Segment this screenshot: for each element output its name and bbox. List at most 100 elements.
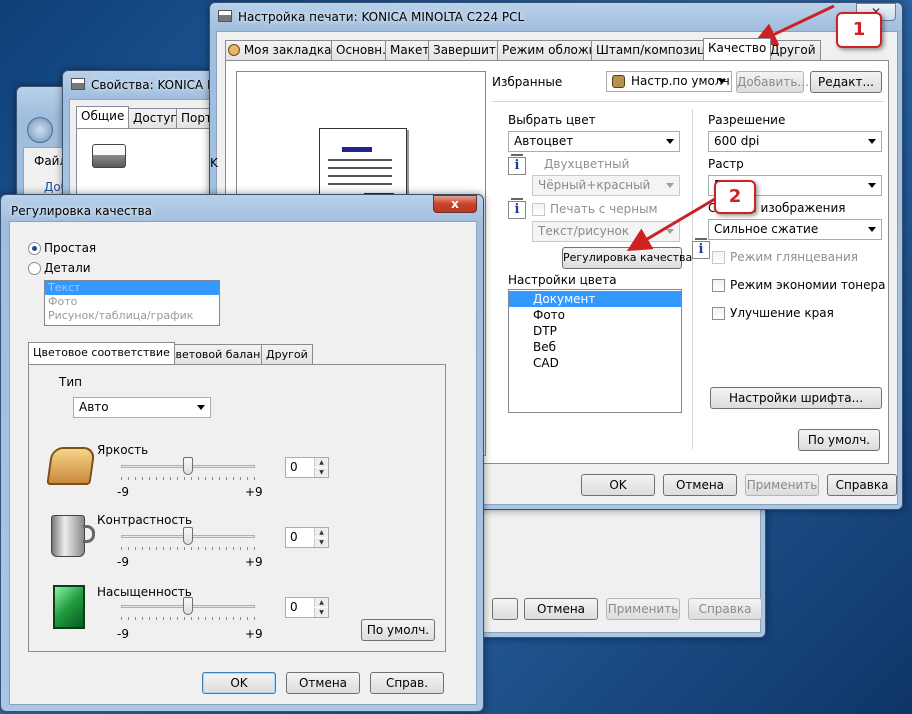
callout-1: 1 (836, 12, 882, 48)
contrast-spinner[interactable]: 0 ▲ ▼ (285, 527, 329, 548)
tab-other[interactable]: Другой (261, 344, 313, 364)
list-item[interactable]: DTP (509, 323, 681, 339)
printer-small-icon (71, 78, 85, 90)
favorites-select[interactable]: Настр.по умолч. (606, 71, 732, 92)
props-tab-access[interactable]: Доступ (128, 108, 184, 128)
contrast-min: -9 (117, 555, 129, 569)
slider-thumb[interactable] (183, 527, 193, 545)
details-label: Детали (44, 261, 91, 275)
list-item[interactable]: Веб (509, 339, 681, 355)
font-settings-button[interactable]: Настройки шрифта... (710, 387, 882, 409)
compression-select[interactable]: Сильное сжатие (708, 219, 882, 240)
raster-label: Растр (708, 157, 744, 171)
cancel-button[interactable]: Отмена (663, 474, 737, 496)
printer-icon (92, 144, 126, 168)
brightness-max: +9 (245, 485, 263, 499)
quality-adjust-client: Простая Детали Текст Фото Рисунок/таблиц… (9, 221, 477, 705)
two-color-label: Двухцветный (544, 157, 630, 171)
resolution-select-value: 600 dpi (714, 134, 760, 148)
color-settings-list[interactable]: Документ Фото DTP Веб CAD (508, 289, 682, 413)
spin-up-icon[interactable]: ▲ (314, 528, 328, 537)
list-item[interactable]: Фото (45, 295, 219, 309)
list-item[interactable]: Текст (45, 281, 219, 295)
props-tab-general[interactable]: Общие (76, 106, 130, 128)
list-item[interactable]: Документ (509, 291, 681, 307)
list-item[interactable]: Фото (509, 307, 681, 323)
saturation-slider[interactable] (121, 597, 255, 621)
tab-my-tab[interactable]: Моя закладка (225, 40, 337, 60)
edit-favorite-button[interactable]: Редакт... (810, 71, 882, 93)
back-button-icon[interactable] (27, 117, 53, 143)
tab-layout[interactable]: Макет (385, 40, 435, 60)
quality-adjust-button[interactable]: Регулировка качества (562, 247, 692, 269)
type-select[interactable]: Авто (73, 397, 211, 418)
callout-2: 2 (714, 180, 756, 214)
color-match-panel: Тип Авто Яркость -9 +9 0 ▲ ▼ Контрастнос… (28, 364, 446, 652)
toner-save-checkbox[interactable] (712, 279, 725, 292)
apply-button[interactable]: Применить (745, 474, 819, 496)
spin-down-icon[interactable]: ▼ (314, 608, 328, 617)
toast-icon (46, 447, 96, 485)
defaults-button[interactable]: По умолч. (361, 619, 435, 641)
chevron-down-icon (666, 229, 674, 234)
help-button[interactable]: Справ. (370, 672, 444, 694)
info-icon[interactable]: i (508, 198, 526, 219)
info-icon[interactable]: i (692, 238, 710, 259)
spin-down-icon[interactable]: ▼ (314, 538, 328, 547)
favorites-icon (612, 75, 625, 88)
back-cancel-button[interactable]: Отмена (524, 598, 598, 620)
simple-radio[interactable] (28, 242, 41, 255)
tab-other[interactable]: Другой (765, 40, 821, 60)
brightness-spinner[interactable]: 0 ▲ ▼ (285, 457, 329, 478)
saturation-spinner[interactable]: 0 ▲ ▼ (285, 597, 329, 618)
tab-quality[interactable]: Качество (703, 38, 772, 60)
type-label: Тип (59, 375, 82, 389)
props-name-fragment: K (210, 156, 218, 170)
print-black-checkbox[interactable] (532, 203, 545, 216)
toner-save-label: Режим экономии тонера (730, 278, 886, 292)
details-radio[interactable] (28, 262, 41, 275)
tab-basic[interactable]: Основн. (331, 40, 391, 60)
two-color-select-value: Чёрный+красный (538, 178, 651, 192)
mug-icon (51, 515, 85, 557)
gloss-label: Режим глянцевания (730, 250, 858, 264)
print-black-label: Печать с черным (550, 202, 658, 216)
back-ok-partial[interactable] (492, 598, 518, 620)
list-item[interactable]: Рисунок/таблица/график (45, 309, 219, 323)
defaults-button[interactable]: По умолч. (798, 429, 880, 451)
list-item[interactable]: CAD (509, 355, 681, 371)
cancel-button[interactable]: Отмена (286, 672, 360, 694)
info-icon[interactable]: i (508, 154, 526, 175)
ok-button[interactable]: OK (202, 672, 276, 694)
spin-up-icon[interactable]: ▲ (314, 598, 328, 607)
print-black-select[interactable]: Текст/рисунок (532, 221, 680, 242)
two-color-select[interactable]: Чёрный+красный (532, 175, 680, 196)
spin-down-icon[interactable]: ▼ (314, 468, 328, 477)
back-apply-button[interactable]: Применить (606, 598, 680, 620)
saturation-max: +9 (245, 627, 263, 641)
slider-thumb[interactable] (183, 457, 193, 475)
details-list[interactable]: Текст Фото Рисунок/таблица/график (44, 280, 220, 326)
print-settings-title: Настройка печати: KONICA MINOLTA C224 PC… (238, 10, 525, 24)
contrast-slider[interactable] (121, 527, 255, 551)
gloss-checkbox[interactable] (712, 251, 725, 264)
tab-color-balance[interactable]: Цветовой баланс (162, 344, 272, 364)
slider-thumb[interactable] (183, 597, 193, 615)
add-favorite-button[interactable]: Добавить... (736, 71, 809, 93)
back-help-button[interactable]: Справка (688, 598, 762, 620)
spin-up-icon[interactable]: ▲ (314, 458, 328, 467)
resolution-select[interactable]: 600 dpi (708, 131, 882, 152)
type-select-value: Авто (79, 400, 109, 414)
divider (692, 109, 693, 449)
compression-select-value: Сильное сжатие (714, 222, 819, 236)
color-select[interactable]: Автоцвет (508, 131, 680, 152)
tab-color-match[interactable]: Цветовое соответствие (28, 342, 175, 364)
mug-handle (83, 525, 95, 543)
brightness-slider[interactable] (121, 457, 255, 481)
ok-button[interactable]: OK (581, 474, 655, 496)
tab-finishing[interactable]: Завершить (428, 40, 508, 60)
close-icon[interactable]: x (433, 195, 477, 213)
contrast-label: Контрастность (97, 513, 193, 527)
help-button[interactable]: Справка (827, 474, 897, 496)
edge-enhance-checkbox[interactable] (712, 307, 725, 320)
